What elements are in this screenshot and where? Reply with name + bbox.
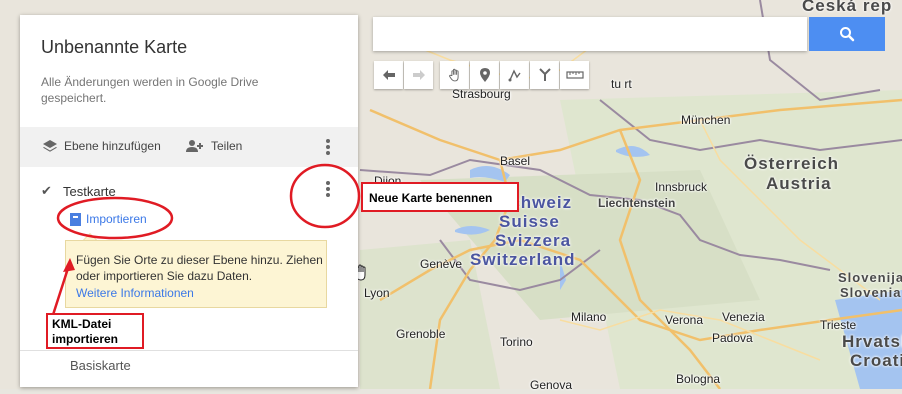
map-label-croatia: Croati — [850, 351, 902, 370]
add-layer-button[interactable]: Ebene hinzufügen — [42, 139, 161, 153]
directions-icon — [538, 68, 551, 81]
map-label-slovenia: Slovenia — [840, 285, 902, 300]
layer-actions-bar: Ebene hinzufügen Teilen — [20, 127, 358, 167]
map-label-strasbourg: Strasbourg — [452, 87, 511, 101]
share-label: Teilen — [211, 139, 243, 153]
map-label-verona: Verona — [665, 313, 704, 327]
map-label-lyon: Lyon — [364, 286, 390, 300]
map-options-menu-icon[interactable] — [326, 139, 330, 155]
undo-button[interactable] — [374, 61, 403, 89]
map-label-geneve: Genève — [420, 257, 463, 271]
hand-icon — [448, 68, 459, 81]
map-label-stuttgart-partial: tu rt — [611, 77, 632, 91]
map-label-liechtenstein: Liechtenstein — [598, 196, 676, 210]
save-status-note: Alle Änderungen werden in Google Drive g… — [41, 75, 259, 105]
more-info-link[interactable]: Weitere Informationen — [76, 286, 194, 300]
layer-visibility-checkbox[interactable]: ✔ — [41, 183, 52, 199]
map-label-milano: Milano — [571, 310, 607, 324]
map-label-osterreich: Österreich — [744, 154, 840, 173]
add-person-icon — [186, 140, 203, 152]
map-label-slovenija: Slovenija — [838, 270, 902, 285]
add-marker-button[interactable] — [470, 61, 499, 89]
map-label-munchen: München — [681, 113, 731, 127]
map-label-torino: Torino — [500, 335, 533, 349]
map-toolbar — [374, 61, 589, 89]
undo-icon — [382, 70, 395, 80]
pan-tool-button[interactable] — [440, 61, 469, 89]
draw-line-icon — [508, 69, 521, 82]
tooltip-text: Fügen Sie Orte zu dieser Ebene hinzu. Zi… — [76, 253, 323, 283]
map-label-svizzera: Svizzera — [495, 231, 572, 250]
map-label-padova: Padova — [712, 331, 753, 345]
ruler-icon — [565, 71, 584, 79]
layer-options-menu-icon[interactable] — [326, 181, 330, 197]
map-label-switzerland: Switzerland — [470, 250, 576, 269]
directions-button[interactable] — [530, 61, 559, 89]
import-hint-tooltip: Fügen Sie Orte zu dieser Ebene hinzu. Zi… — [65, 240, 327, 308]
panel-divider — [20, 350, 358, 351]
search-icon — [840, 27, 855, 42]
map-label-basel: Basel — [500, 154, 531, 168]
measure-button[interactable] — [560, 61, 589, 89]
rename-map-callout: Neue Karte benennen — [361, 182, 519, 212]
map-label-venezia: Venezia — [722, 310, 765, 324]
map-label-bologna: Bologna — [676, 372, 721, 386]
redo-button[interactable] — [404, 61, 433, 89]
share-button[interactable]: Teilen — [185, 139, 242, 153]
map-title[interactable]: Unbenannte Karte — [41, 37, 187, 58]
search-button[interactable] — [809, 17, 885, 51]
map-label-innsbruck: Innsbruck — [655, 180, 708, 194]
layers-icon — [43, 140, 57, 152]
import-link[interactable]: Importieren — [70, 212, 147, 226]
import-file-icon — [70, 212, 81, 226]
kml-import-callout: KML-Datei importieren — [46, 313, 144, 349]
map-label-hrvatska: Hrvatsk — [842, 332, 902, 351]
layer-name[interactable]: Testkarte — [63, 184, 116, 199]
redo-icon — [412, 70, 425, 80]
draw-line-button[interactable] — [500, 61, 529, 89]
marker-icon — [479, 68, 490, 82]
layer-row: ✔ Testkarte — [20, 175, 358, 205]
import-label: Importieren — [86, 212, 147, 226]
search-input[interactable] — [373, 17, 807, 51]
map-label-ceska: Česká rep — [802, 0, 893, 15]
map-label-austria: Austria — [766, 174, 832, 193]
add-layer-label: Ebene hinzufügen — [64, 139, 161, 153]
map-label-suisse: Suisse — [499, 212, 560, 231]
basemap-label[interactable]: Basiskarte — [70, 358, 131, 373]
map-label-grenoble: Grenoble — [396, 327, 446, 341]
map-label-trieste: Trieste — [820, 318, 857, 332]
map-label-genova: Genova — [530, 378, 573, 392]
